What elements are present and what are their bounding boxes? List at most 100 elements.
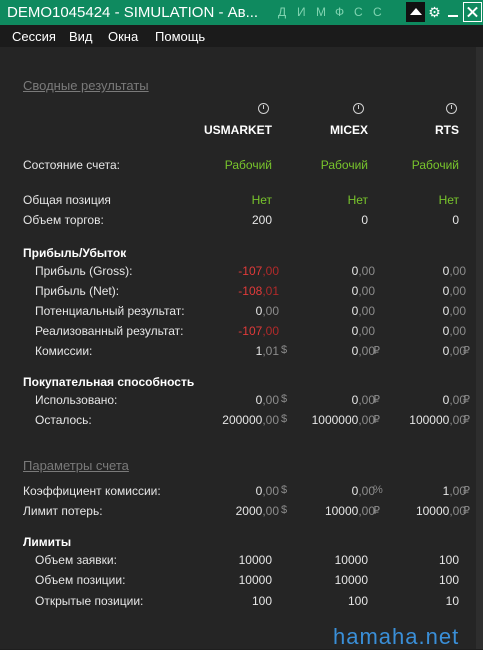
value-remaining-micex: 1000000,00 <box>311 413 375 427</box>
clock-icon <box>258 103 269 114</box>
value-realized-rts: 0,00 <box>442 324 466 338</box>
quick-letter-m[interactable]: М <box>316 5 335 19</box>
currency-rub: ₽ <box>463 485 470 497</box>
currency-rub: ₽ <box>463 414 470 426</box>
value-commissions-micex: 0,00 <box>351 344 375 358</box>
value-open-positions-usmarket: 100 <box>251 594 272 608</box>
label-profit-net: Прибыль (Net): <box>35 284 120 298</box>
label-order-volume: Объем заявки: <box>35 553 117 567</box>
column-header-micex: MICEX <box>329 123 368 137</box>
column-header-rts: RTS <box>435 123 459 137</box>
value-remaining-rts: 100000,00 <box>409 413 466 427</box>
value-commission-coef-usmarket: 0,00 <box>255 484 279 498</box>
value-trade-volume-micex: 0 <box>361 213 368 227</box>
currency-usd: $ <box>281 344 288 356</box>
value-realized-micex: 0,00 <box>351 324 375 338</box>
section-summary-link[interactable]: Сводные результаты <box>23 78 149 93</box>
value-remaining-usmarket: 200000,00 <box>222 413 279 427</box>
value-total-position-usmarket: Нет <box>251 193 272 207</box>
section-pnl-title: Прибыль/Убыток <box>23 246 127 260</box>
label-commissions: Комиссии: <box>35 344 93 358</box>
value-position-volume-micex: 10000 <box>334 573 368 587</box>
value-profit-net-rts: 0,00 <box>442 284 466 298</box>
clock-icon <box>446 103 457 114</box>
scrollbar[interactable] <box>476 47 483 649</box>
quick-letter-f[interactable]: Ф <box>335 5 354 19</box>
value-used-usmarket: 0,00 <box>255 393 279 407</box>
value-profit-net-usmarket: -108,01 <box>238 284 279 298</box>
currency-rub: ₽ <box>463 505 470 517</box>
label-profit-gross: Прибыль (Gross): <box>35 264 133 278</box>
value-order-volume-usmarket: 10000 <box>238 553 272 567</box>
close-icon[interactable] <box>463 2 482 22</box>
value-loss-limit-usmarket: 2000,00 <box>235 504 279 518</box>
label-loss-limit: Лимит потерь: <box>23 504 103 518</box>
value-profit-gross-usmarket: -107,00 <box>238 264 279 278</box>
currency-rub: ₽ <box>463 345 470 357</box>
value-realized-usmarket: -107,00 <box>238 324 279 338</box>
value-potential-micex: 0,00 <box>351 304 375 318</box>
gear-icon[interactable]: ⚙ <box>425 2 444 22</box>
collapse-up-icon[interactable] <box>406 2 425 22</box>
value-total-position-rts: Нет <box>438 193 459 207</box>
label-used: Использовано: <box>35 393 118 407</box>
value-total-position-micex: Нет <box>347 193 368 207</box>
title-bar: DEMO1045424 - SIMULATION - Ав... ДИМФСС … <box>0 0 483 25</box>
menu-view[interactable]: Вид <box>69 29 93 44</box>
label-position-volume: Объем позиции: <box>35 573 126 587</box>
value-trade-volume-usmarket: 200 <box>251 213 272 227</box>
section-buying-power-title: Покупательная способность <box>23 375 195 389</box>
menu-help[interactable]: Помощь <box>155 29 205 44</box>
currency-rub: ₽ <box>463 394 470 406</box>
quick-letter-i[interactable]: И <box>297 5 316 19</box>
value-order-volume-micex: 10000 <box>334 553 368 567</box>
value-loss-limit-rts: 10000,00 <box>415 504 466 518</box>
currency-usd: $ <box>281 413 288 425</box>
value-position-volume-usmarket: 10000 <box>238 573 272 587</box>
clock-icon <box>353 103 364 114</box>
label-realized-result: Реализованный результат: <box>35 324 184 338</box>
currency-rub: ₽ <box>373 505 380 517</box>
label-potential-result: Потенциальный результат: <box>35 304 185 318</box>
quick-letter-d[interactable]: Д <box>278 5 297 19</box>
menu-session[interactable]: Сессия <box>12 29 56 44</box>
label-open-positions: Открытые позиции: <box>35 594 144 608</box>
label-remaining: Осталось: <box>35 413 92 427</box>
watermark: hamaha.net <box>333 624 460 649</box>
value-profit-net-micex: 0,00 <box>351 284 375 298</box>
value-open-positions-rts: 10 <box>445 594 459 608</box>
value-account-state-micex: Рабочий <box>320 158 368 172</box>
label-account-state: Состояние счета: <box>23 158 120 172</box>
currency-rub: ₽ <box>373 345 380 357</box>
column-header-usmarket: USMARKET <box>204 123 272 137</box>
value-order-volume-rts: 100 <box>438 553 459 567</box>
quick-letter-s2[interactable]: С <box>373 5 392 19</box>
quick-panel-letters: ДИМФСС <box>278 5 392 19</box>
value-loss-limit-micex: 10000,00 <box>324 504 375 518</box>
percent-unit: % <box>373 484 383 496</box>
value-trade-volume-rts: 0 <box>452 213 459 227</box>
minimize-icon[interactable] <box>444 2 463 22</box>
currency-usd: $ <box>281 484 288 496</box>
menu-bar: Сессия Вид Окна Помощь <box>0 25 483 47</box>
window-title: DEMO1045424 - SIMULATION - Ав... <box>7 4 259 21</box>
value-commissions-usmarket: 1,01 <box>255 344 279 358</box>
value-profit-gross-micex: 0,00 <box>351 264 375 278</box>
value-open-positions-micex: 100 <box>347 594 368 608</box>
value-potential-usmarket: 0,00 <box>255 304 279 318</box>
label-trade-volume: Объем торгов: <box>23 213 104 227</box>
currency-usd: $ <box>281 504 288 516</box>
currency-usd: $ <box>281 393 288 405</box>
section-limits-title: Лимиты <box>23 535 72 549</box>
menu-windows[interactable]: Окна <box>108 29 138 44</box>
value-profit-gross-rts: 0,00 <box>442 264 466 278</box>
label-total-position: Общая позиция <box>23 193 111 207</box>
label-commission-coef: Коэффициент комиссии: <box>23 484 161 498</box>
value-position-volume-rts: 100 <box>438 573 459 587</box>
quick-letter-s[interactable]: С <box>354 5 373 19</box>
section-account-params-link[interactable]: Параметры счета <box>23 458 129 473</box>
currency-rub: ₽ <box>373 414 380 426</box>
value-used-micex: 0,00 <box>351 393 375 407</box>
value-potential-rts: 0,00 <box>442 304 466 318</box>
value-account-state-rts: Рабочий <box>411 158 459 172</box>
